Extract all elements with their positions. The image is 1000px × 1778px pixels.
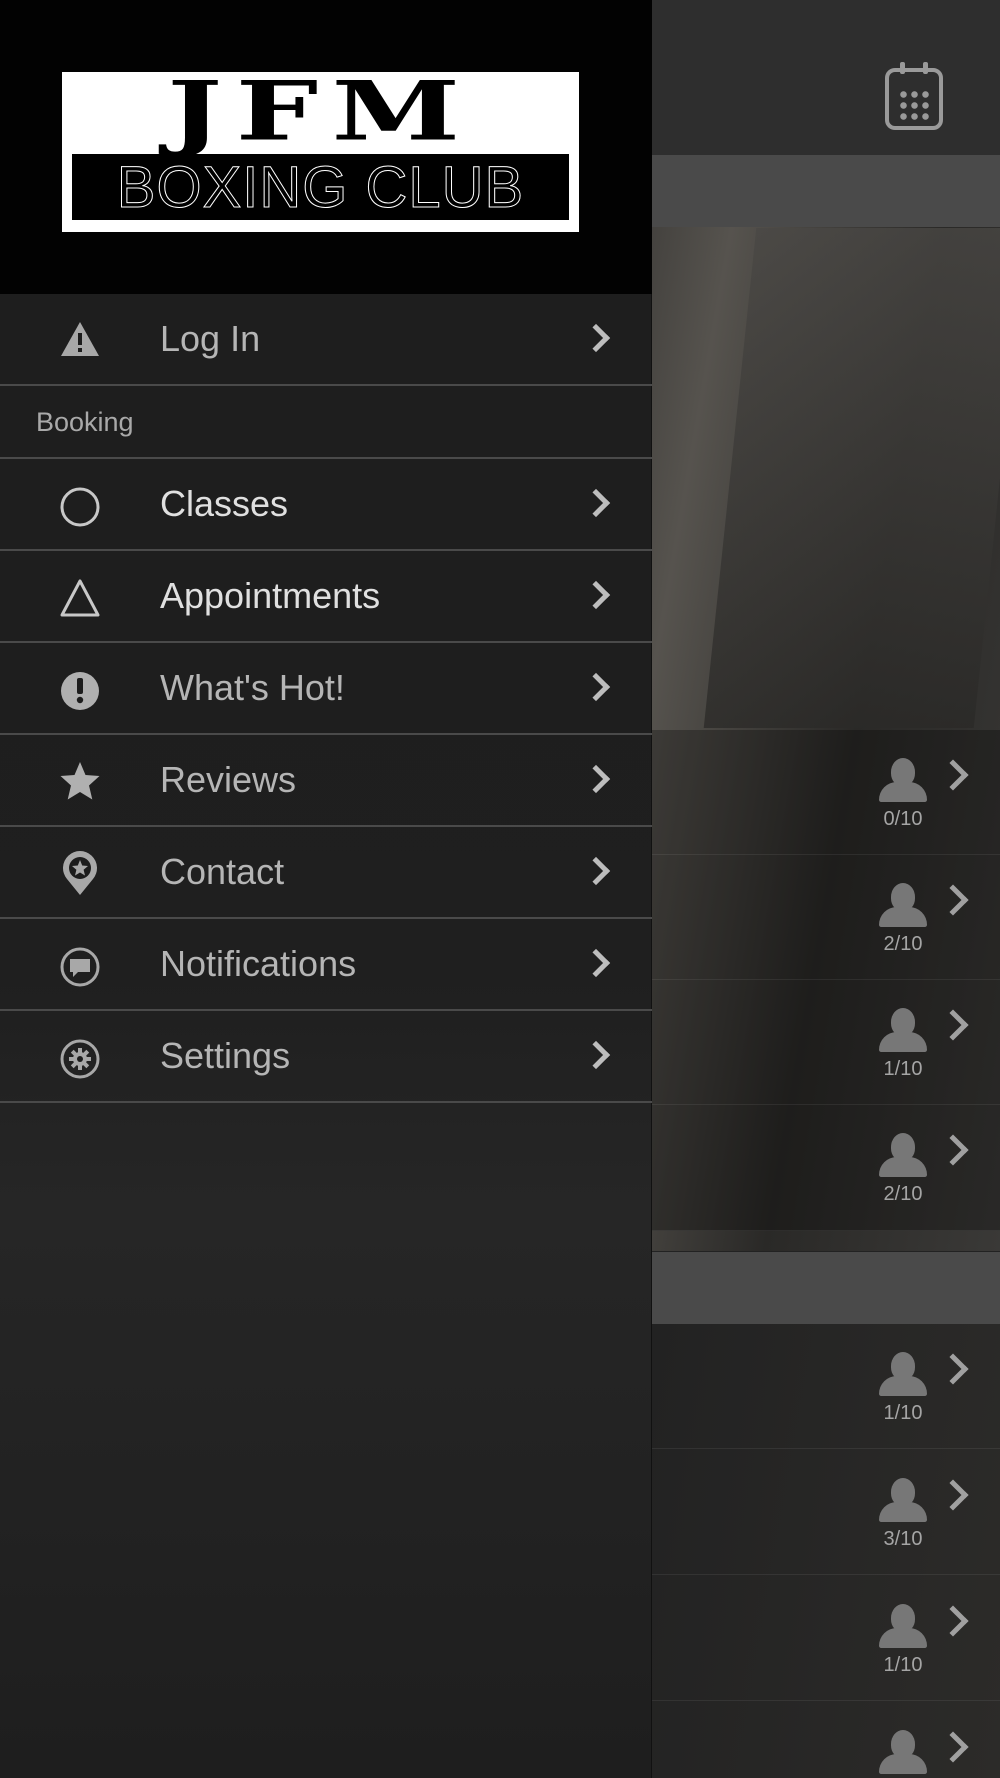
menu-item-notifications[interactable]: Notifications [0, 919, 652, 1011]
calendar-icon[interactable] [885, 62, 943, 130]
class-row[interactable]: 1/10 [652, 1576, 1000, 1701]
menu-header: JFM BOXING CLUB [0, 0, 652, 294]
logo-text-jfm: JFM [167, 63, 474, 160]
chevron-right-icon [937, 1479, 969, 1511]
star-icon [60, 762, 100, 800]
chevron-right-icon [937, 1353, 969, 1385]
class-row[interactable]: 1/10 [652, 980, 1000, 1105]
menu-item-label: Settings [160, 1035, 291, 1076]
class-row[interactable]: 2/10 [652, 855, 1000, 980]
chevron-right-icon [581, 764, 611, 794]
person-icon [877, 1352, 929, 1398]
class-row[interactable]: 0/10 [652, 730, 1000, 855]
person-icon [877, 758, 929, 804]
map-pin-icon [63, 851, 97, 895]
person-icon [877, 1478, 929, 1524]
class-row[interactable]: 2/10 [652, 1105, 1000, 1231]
background-photo-detail [703, 228, 1000, 728]
menu-item-label: Reviews [160, 759, 297, 800]
gear-icon [60, 1039, 100, 1079]
chevron-right-icon [581, 672, 611, 702]
chevron-right-icon [581, 856, 611, 886]
person-icon [877, 883, 929, 929]
menu-item-label: Log In [160, 318, 261, 359]
person-icon [877, 1730, 929, 1776]
person-icon [877, 1133, 929, 1179]
booking-count: 1/10 [883, 1654, 923, 1676]
menu-item-contact[interactable]: Contact [0, 827, 652, 919]
menu-item-label: What's Hot! [160, 667, 345, 708]
chevron-right-icon [581, 1040, 611, 1070]
chevron-right-icon [937, 759, 969, 791]
booking-count: 2/10 [883, 933, 923, 955]
menu-item-classes[interactable]: Classes [0, 459, 652, 551]
club-logo: JFM BOXING CLUB [62, 63, 579, 232]
menu-item-settings[interactable]: Settings [0, 1011, 652, 1103]
booking-count: 1/10 [883, 1058, 923, 1080]
circle-icon [60, 487, 100, 527]
menu-item-label: Notifications [160, 943, 357, 984]
chevron-right-icon [937, 1605, 969, 1637]
menu-item-appointments[interactable]: Appointments [0, 551, 652, 643]
booking-count: 1/10 [883, 1402, 923, 1424]
chevron-right-icon [581, 488, 611, 518]
booking-count: 3/10 [883, 1528, 923, 1550]
triangle-icon [60, 579, 100, 617]
chevron-right-icon [937, 1731, 969, 1763]
menu-item-reviews[interactable]: Reviews [0, 735, 652, 827]
chevron-right-icon [937, 1009, 969, 1041]
chevron-right-icon [937, 884, 969, 916]
class-row[interactable] [652, 1702, 1000, 1778]
menu-item-whats-hot[interactable]: What's Hot! [0, 643, 652, 735]
exclamation-icon [61, 672, 99, 710]
menu-item-login[interactable]: Log In [0, 294, 652, 386]
chat-bubble-icon [60, 947, 100, 987]
menu-item-label: Classes [160, 483, 289, 524]
section-header-booking: Booking [0, 386, 652, 459]
person-icon [877, 1604, 929, 1650]
chevron-right-icon [581, 323, 611, 353]
side-menu: JFM BOXING CLUB Log In Booking Classes A… [0, 0, 652, 1778]
person-icon [877, 1008, 929, 1054]
class-row[interactable]: 1/10 [652, 1324, 1000, 1449]
menu-item-label: Appointments [160, 575, 381, 616]
chevron-right-icon [937, 1134, 969, 1166]
booking-count: 0/10 [883, 808, 923, 830]
booking-count: 2/10 [883, 1183, 923, 1205]
chevron-right-icon [581, 948, 611, 978]
warning-icon [61, 322, 99, 356]
class-row[interactable]: 3/10 [652, 1450, 1000, 1575]
section-header-label: Booking [36, 407, 134, 437]
chevron-right-icon [581, 580, 611, 610]
menu-item-label: Contact [160, 851, 285, 892]
logo-text-boxing-club: BOXING CLUB [116, 154, 525, 220]
